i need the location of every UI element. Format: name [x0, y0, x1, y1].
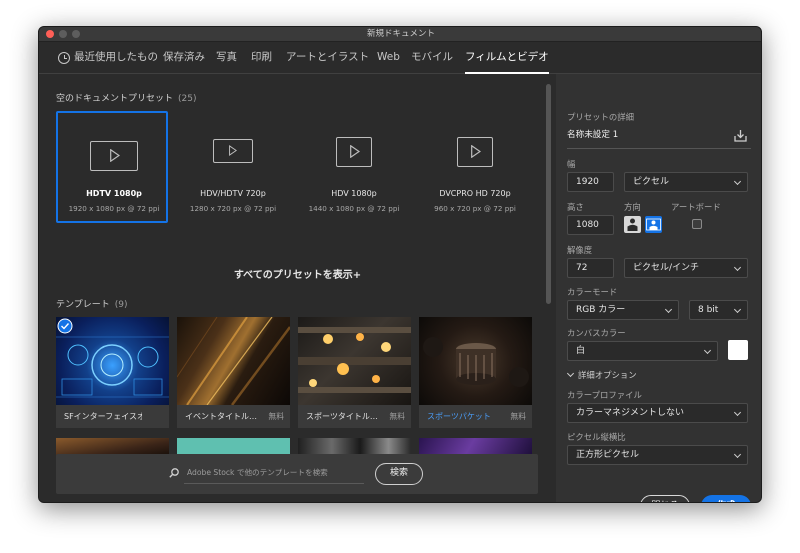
video-icon	[213, 139, 253, 163]
pixel-aspect-select[interactable]: 正方形ピクセル	[567, 445, 748, 465]
template-name: スポーツタイトル…	[306, 412, 378, 421]
landscape-orientation-button[interactable]	[645, 216, 662, 233]
tab-mobile[interactable]: モバイル	[411, 42, 453, 74]
template-thumbnail	[419, 317, 532, 405]
preset-name: HDTV 1080p	[86, 189, 142, 198]
template-card[interactable]: イベントタイトル… 無料	[177, 317, 290, 428]
document-name-underline	[567, 148, 751, 149]
canvas-color-label: カンバスカラー	[567, 328, 626, 338]
advanced-options-toggle[interactable]: 詳細オプション	[566, 369, 637, 381]
template-price: 無料	[510, 412, 526, 421]
new-document-dialog: 新規ドキュメント 最近使用したもの 保存済み 写真 印刷 アートとイラスト We…	[38, 26, 762, 503]
tab-saved[interactable]: 保存済み	[163, 42, 205, 74]
show-all-presets-link[interactable]: すべてのプリセットを表示+	[39, 266, 556, 281]
presets-panel: 空のドキュメントプリセット (25) HDTV 1080p 1920 x 1080…	[39, 74, 556, 502]
tab-web[interactable]: Web	[377, 42, 400, 74]
preset-size: 1440 x 1080 px @ 72 ppi	[308, 204, 400, 213]
chevron-down-icon	[664, 305, 673, 314]
canvas-color-swatch[interactable]	[728, 340, 748, 360]
chevron-down-icon	[733, 263, 742, 272]
chevron-down-icon	[703, 346, 712, 355]
template-caption: イベントタイトル… 無料	[177, 405, 290, 428]
title-bar: 新規ドキュメント	[39, 27, 761, 42]
tab-print[interactable]: 印刷	[251, 42, 272, 74]
preset-size: 1920 x 1080 px @ 72 ppi	[68, 204, 160, 213]
resolution-label: 解像度	[567, 245, 593, 255]
width-unit-select[interactable]: ピクセル	[624, 172, 748, 192]
template-thumbnail	[177, 317, 290, 405]
video-icon	[90, 141, 138, 171]
template-card[interactable]: スポーツタイトル… 無料	[298, 317, 411, 428]
template-caption: SFインターフェイスオ…	[56, 405, 169, 428]
document-name-field[interactable]: 名称未設定 1	[567, 128, 618, 140]
create-button[interactable]: 作成	[701, 495, 751, 502]
color-mode-select[interactable]: RGB カラー	[567, 300, 679, 320]
template-price: 無料	[389, 412, 405, 421]
tab-photo[interactable]: 写真	[216, 42, 237, 74]
preset-hdv-1080p[interactable]: HDV 1080p 1440 x 1080 px @ 72 ppi	[298, 111, 410, 223]
template-thumbnail	[56, 317, 169, 405]
scrollbar[interactable]	[546, 84, 551, 304]
preset-hdv-hdtv-720p[interactable]: HDV/HDTV 720p 1280 x 720 px @ 72 ppi	[177, 111, 289, 223]
blank-presets-heading: 空のドキュメントプリセット (25)	[56, 94, 197, 104]
clock-icon	[58, 52, 70, 64]
portrait-orientation-button[interactable]	[624, 216, 641, 233]
template-card[interactable]: SFインターフェイスオ…	[56, 317, 169, 428]
preset-name: HDV/HDTV 720p	[200, 189, 266, 198]
orientation-label: 方向	[624, 202, 641, 212]
color-profile-select[interactable]: カラーマネジメントしない	[567, 403, 748, 423]
stock-search-bar: Adobe Stock で他のテンプレートを検索 検索	[56, 454, 538, 494]
templates-heading: テンプレート (9)	[56, 300, 128, 310]
bit-depth-select[interactable]: 8 bit	[689, 300, 748, 320]
preset-name: DVCPRO HD 720p	[439, 189, 511, 198]
template-name: イベントタイトル…	[185, 412, 257, 421]
close-button[interactable]: 閉じる	[640, 495, 690, 502]
category-tabs: 最近使用したもの 保存済み 写真 印刷 アートとイラスト Web モバイル フィ…	[39, 42, 761, 74]
preset-hdtv-1080p[interactable]: HDTV 1080p 1920 x 1080 px @ 72 ppi	[56, 111, 168, 223]
template-price: 無料	[268, 412, 284, 421]
width-input[interactable]: 1920	[567, 172, 614, 192]
video-icon	[457, 137, 493, 167]
template-caption: スポーツタイトル… 無料	[298, 405, 411, 428]
chevron-down-icon	[733, 177, 742, 186]
search-icon	[169, 468, 179, 478]
stock-search-input[interactable]: Adobe Stock で他のテンプレートを検索	[184, 464, 364, 484]
artboard-checkbox[interactable]	[692, 219, 702, 229]
color-profile-label: カラープロファイル	[567, 390, 642, 400]
template-card[interactable]: スポーツパケット 無料	[419, 317, 532, 428]
preset-size: 1280 x 720 px @ 72 ppi	[189, 204, 277, 213]
width-label: 幅	[567, 159, 576, 169]
chevron-down-icon	[566, 369, 575, 378]
preset-size: 960 x 720 px @ 72 ppi	[434, 204, 516, 213]
tab-art-illustration[interactable]: アートとイラスト	[286, 42, 369, 74]
template-thumbnail	[298, 317, 411, 405]
template-caption: スポーツパケット 無料	[419, 405, 532, 428]
preset-details-panel: プリセットの詳細 名称未設定 1 幅 1920 ピクセル 高さ 方向 アートボー…	[556, 74, 761, 502]
details-title: プリセットの詳細	[567, 112, 634, 122]
pixel-aspect-label: ピクセル縦横比	[567, 432, 626, 442]
artboard-label: アートボード	[671, 202, 721, 212]
resolution-input[interactable]: 72	[567, 258, 614, 278]
chevron-down-icon	[733, 450, 742, 459]
search-button[interactable]: 検索	[375, 463, 423, 485]
preset-dvcpro-hd-720p[interactable]: DVCPRO HD 720p 960 x 720 px @ 72 ppi	[419, 111, 531, 223]
tab-film-video[interactable]: フィルムとビデオ	[465, 42, 549, 74]
template-name: SFインターフェイスオ…	[64, 412, 142, 421]
window-title: 新規ドキュメント	[366, 29, 435, 39]
preset-name: HDV 1080p	[331, 189, 377, 198]
tab-recent[interactable]: 最近使用したもの	[74, 42, 158, 74]
chevron-down-icon	[733, 305, 742, 314]
height-label: 高さ	[567, 202, 584, 212]
canvas-color-select[interactable]: 白	[567, 341, 718, 361]
color-mode-label: カラーモード	[567, 287, 618, 297]
height-input[interactable]: 1080	[567, 215, 614, 235]
chevron-down-icon	[733, 408, 742, 417]
save-preset-icon[interactable]	[734, 129, 747, 142]
resolution-unit-select[interactable]: ピクセル/インチ	[624, 258, 748, 278]
template-name[interactable]: スポーツパケット	[427, 405, 505, 428]
video-icon	[336, 137, 372, 167]
